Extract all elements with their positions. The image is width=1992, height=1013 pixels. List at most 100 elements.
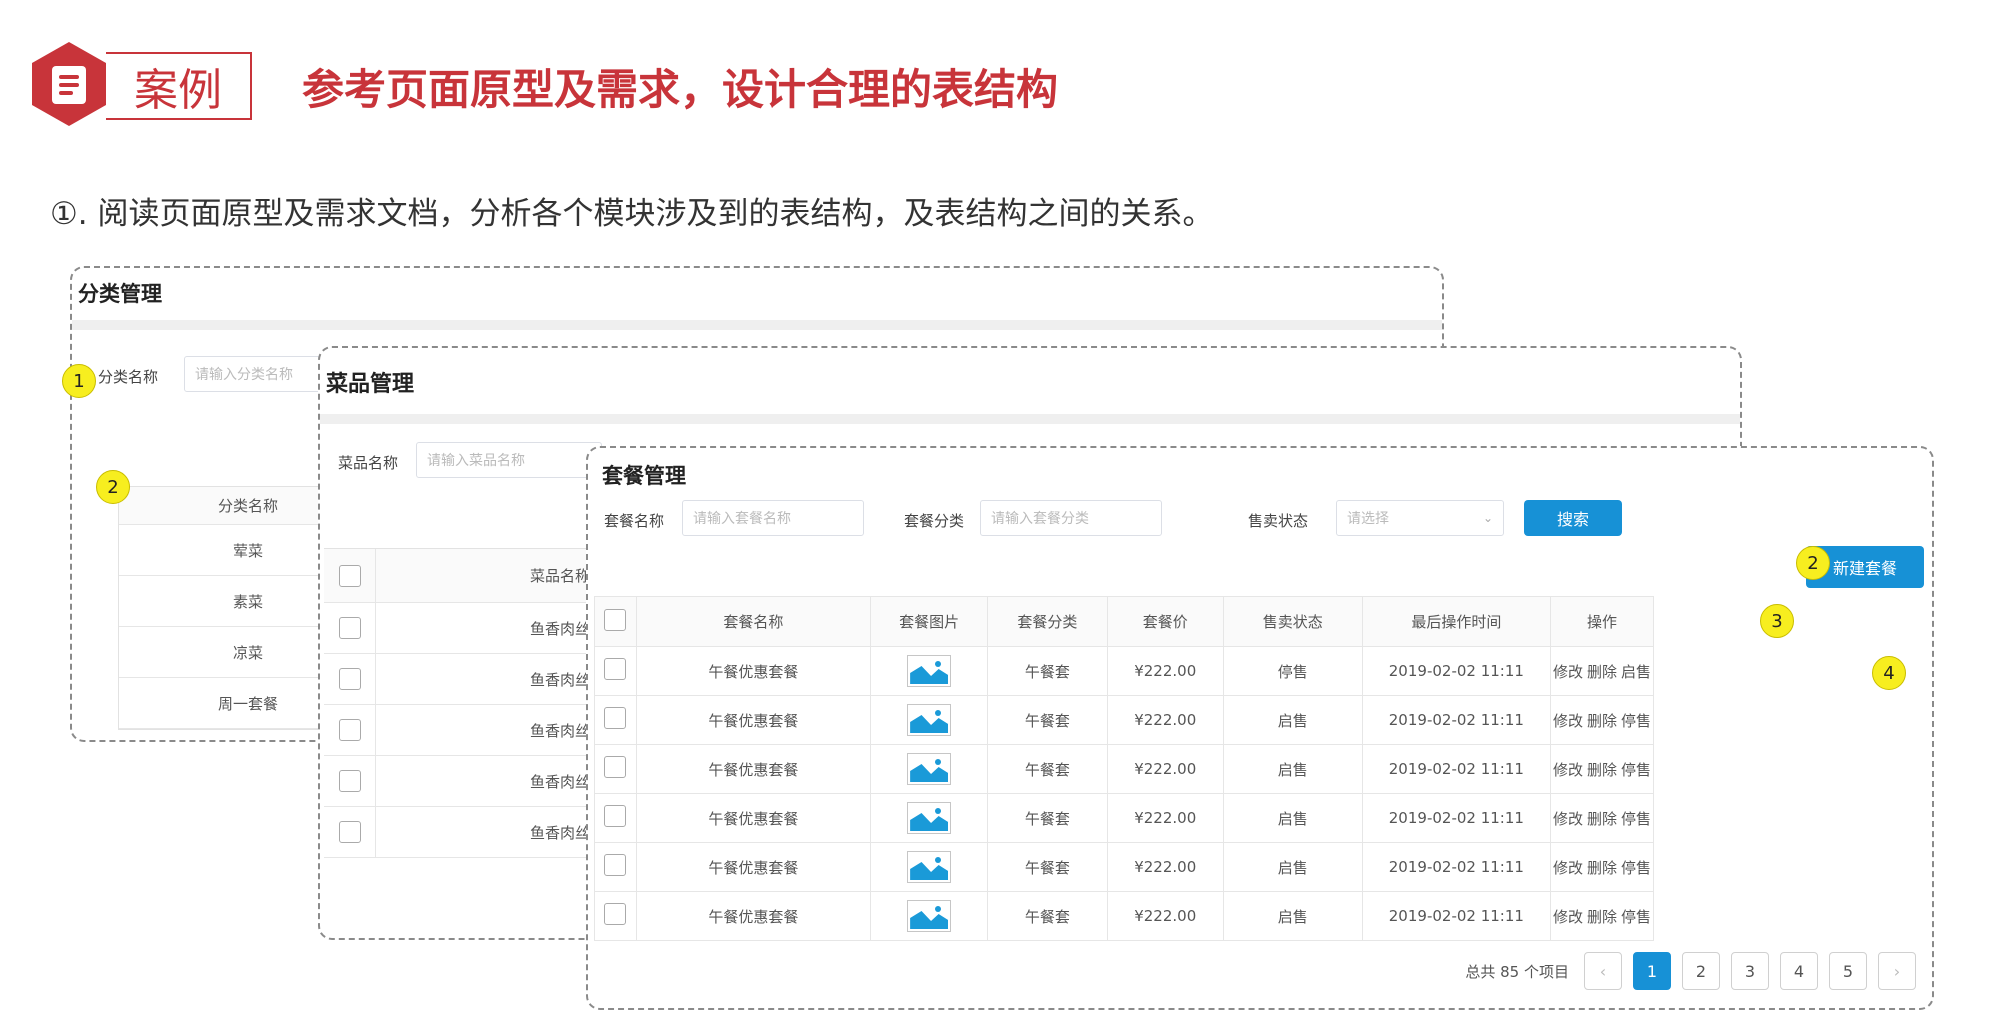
status-cell: 启售: [1222, 744, 1363, 794]
toggle-sale-link[interactable]: 停售: [1621, 810, 1651, 828]
search-button[interactable]: 搜索: [1524, 500, 1622, 536]
page-button-2[interactable]: 2: [1682, 952, 1720, 990]
setmeal-name-cell: 午餐优惠套餐: [635, 793, 872, 843]
sale-status-select[interactable]: 请选择 ⌄: [1336, 500, 1504, 536]
setmeal-category-label: 套餐分类: [904, 512, 965, 530]
actions-cell: 修改 删除 停售: [1549, 842, 1655, 892]
page-button-1[interactable]: 1: [1633, 952, 1671, 990]
dish-name-label: 菜品名称: [338, 454, 399, 472]
delete-link[interactable]: 删除: [1587, 859, 1617, 877]
table-row: 午餐优惠套餐 午餐套 ¥222.00 启售 2019-02-02 11:11 修…: [594, 842, 1655, 892]
table-row: 午餐优惠套餐 午餐套 ¥222.00 启售 2019-02-02 11:11 修…: [594, 695, 1655, 745]
toggle-sale-link[interactable]: 停售: [1621, 859, 1651, 877]
dish-name-input[interactable]: 请输入菜品名称: [416, 442, 602, 478]
status-cell: 停售: [1222, 646, 1363, 696]
chevron-down-icon: ⌄: [1482, 511, 1493, 525]
toggle-sale-link[interactable]: 停售: [1621, 712, 1651, 730]
setmeal-name-cell: 午餐优惠套餐: [635, 695, 872, 745]
toggle-sale-link[interactable]: 停售: [1621, 908, 1651, 926]
actions-cell: 修改 删除 停售: [1549, 695, 1655, 745]
category-cell: 午餐套: [987, 646, 1108, 696]
row-checkbox[interactable]: [604, 805, 627, 827]
time-cell: 2019-02-02 11:11: [1361, 793, 1551, 843]
row-checkbox[interactable]: [338, 668, 361, 690]
page-button-3[interactable]: 3: [1731, 952, 1769, 990]
category-cell: 午餐套: [987, 793, 1108, 843]
category-name-label: 分类名称: [98, 368, 159, 386]
annotation-badge-2: 2: [1796, 546, 1830, 580]
document-icon: [52, 66, 86, 104]
toggle-sale-link[interactable]: 启售: [1621, 663, 1651, 681]
table-row: 午餐优惠套餐 午餐套 ¥222.00 启售 2019-02-02 11:11 修…: [594, 793, 1655, 843]
actions-cell: 修改 删除 停售: [1549, 744, 1655, 794]
prev-page-button[interactable]: ‹: [1584, 952, 1622, 990]
time-cell: 2019-02-02 11:11: [1361, 744, 1551, 794]
price-cell: ¥222.00: [1106, 842, 1224, 892]
edit-link[interactable]: 修改: [1553, 859, 1583, 877]
toggle-sale-link[interactable]: 停售: [1621, 761, 1651, 779]
status-cell: 启售: [1222, 842, 1363, 892]
row-checkbox[interactable]: [604, 756, 627, 778]
row-checkbox[interactable]: [604, 658, 627, 680]
row-checkbox[interactable]: [338, 821, 361, 843]
table-row: 午餐优惠套餐 午餐套 ¥222.00 启售 2019-02-02 11:11 修…: [594, 744, 1655, 794]
setmeal-name-cell: 午餐优惠套餐: [635, 744, 872, 794]
edit-link[interactable]: 修改: [1553, 761, 1583, 779]
sale-status-label: 售卖状态: [1248, 512, 1309, 530]
header-divider: [72, 320, 1442, 330]
row-checkbox[interactable]: [338, 617, 361, 639]
page-title: 分类管理: [78, 282, 162, 306]
delete-link[interactable]: 删除: [1587, 761, 1617, 779]
category-cell: 午餐套: [987, 891, 1108, 941]
price-cell: ¥222.00: [1106, 891, 1224, 941]
status-cell: 启售: [1222, 793, 1363, 843]
image-placeholder-icon: [907, 802, 952, 834]
next-page-button[interactable]: ›: [1878, 952, 1916, 990]
row-checkbox[interactable]: [338, 770, 361, 792]
status-cell: 启售: [1222, 695, 1363, 745]
annotation-badge-3: 3: [1760, 604, 1794, 638]
page-title: 菜品管理: [326, 372, 415, 397]
column-header: 套餐分类: [987, 596, 1108, 647]
setmeal-category-input[interactable]: 请输入套餐分类: [980, 500, 1162, 536]
image-placeholder-icon: [907, 655, 952, 687]
annotation-badge-2: 2: [96, 470, 130, 504]
edit-link[interactable]: 修改: [1553, 810, 1583, 828]
column-header: 套餐名称: [635, 596, 872, 647]
column-header: 售卖状态: [1222, 596, 1363, 647]
row-checkbox[interactable]: [604, 903, 627, 925]
row-checkbox[interactable]: [604, 707, 627, 729]
pagination-total: 总共 85 个项目: [1465, 962, 1569, 981]
page-button-4[interactable]: 4: [1780, 952, 1818, 990]
pagination: 总共 85 个项目 ‹ 1 2 3 4 5 ›: [1465, 952, 1916, 990]
table-row: 午餐优惠套餐 午餐套 ¥222.00 启售 2019-02-02 11:11 修…: [594, 891, 1655, 941]
column-header: 套餐图片: [870, 596, 989, 647]
annotation-badge-1: 1: [62, 364, 96, 398]
column-header: 操作: [1549, 596, 1655, 647]
image-placeholder-icon: [907, 900, 952, 932]
image-placeholder-icon: [907, 753, 952, 785]
delete-link[interactable]: 删除: [1587, 908, 1617, 926]
table-header: 套餐名称 套餐图片 套餐分类 套餐价 售卖状态 最后操作时间 操作: [594, 596, 1655, 647]
price-cell: ¥222.00: [1106, 744, 1224, 794]
page-button-5[interactable]: 5: [1829, 952, 1867, 990]
setmeal-name-cell: 午餐优惠套餐: [635, 842, 872, 892]
edit-link[interactable]: 修改: [1553, 663, 1583, 681]
delete-link[interactable]: 删除: [1587, 663, 1617, 681]
select-all-checkbox[interactable]: [604, 608, 627, 631]
annotation-badge-4: 4: [1872, 656, 1906, 690]
edit-link[interactable]: 修改: [1553, 712, 1583, 730]
setmeal-name-label: 套餐名称: [604, 512, 665, 530]
select-all-checkbox[interactable]: [338, 564, 361, 587]
edit-link[interactable]: 修改: [1553, 908, 1583, 926]
category-cell: 午餐套: [987, 695, 1108, 745]
setmeal-name-input[interactable]: 请输入套餐名称: [682, 500, 864, 536]
category-name-input[interactable]: 请输入分类名称: [184, 356, 334, 392]
row-checkbox[interactable]: [604, 854, 627, 876]
delete-link[interactable]: 删除: [1587, 712, 1617, 730]
case-hexagon-icon: [32, 42, 106, 126]
row-checkbox[interactable]: [338, 719, 361, 741]
setmeal-panel: 套餐管理 套餐名称 请输入套餐名称 套餐分类 请输入套餐分类 售卖状态 请选择 …: [586, 446, 1934, 1010]
delete-link[interactable]: 删除: [1587, 810, 1617, 828]
price-cell: ¥222.00: [1106, 646, 1224, 696]
